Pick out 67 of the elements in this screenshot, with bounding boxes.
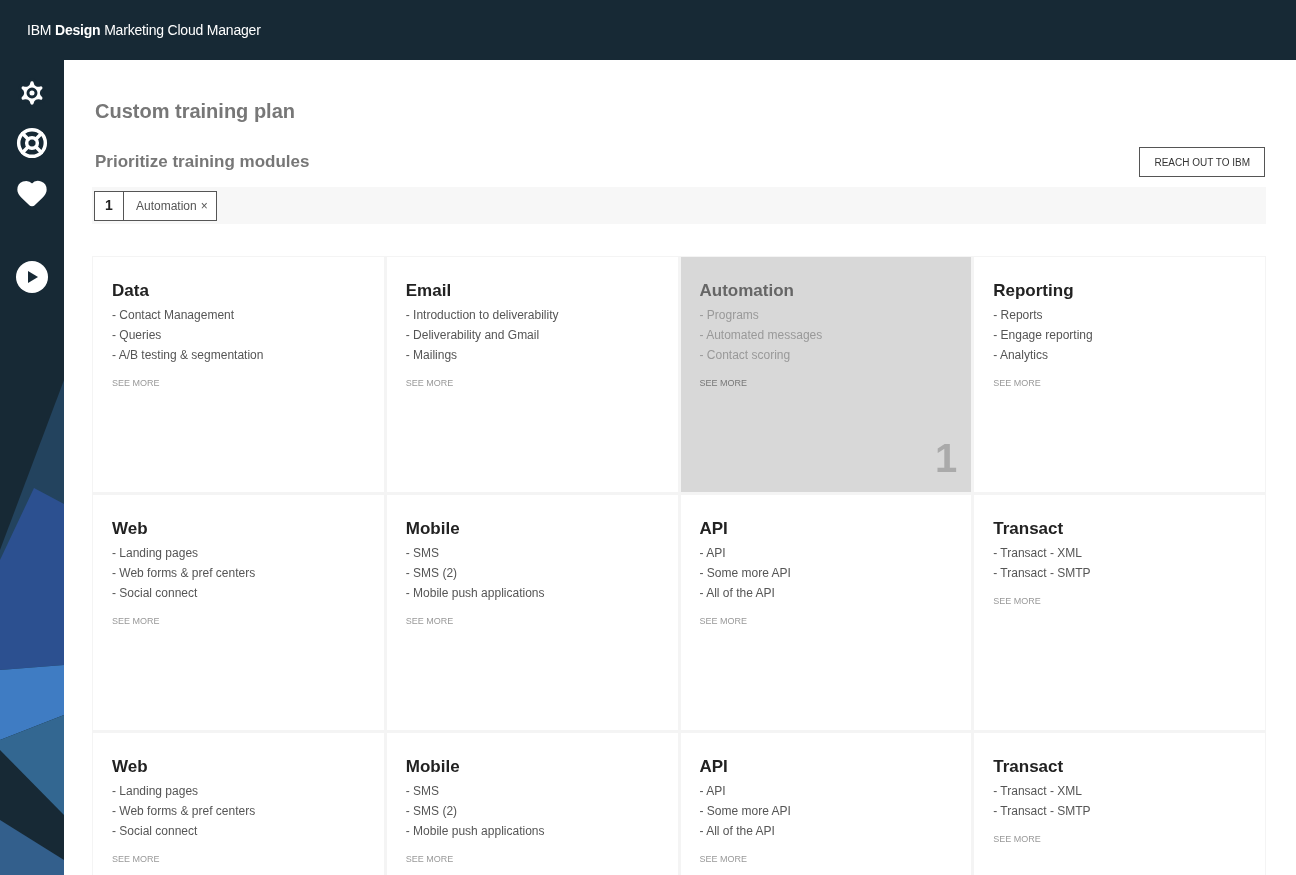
module-title: Data (112, 280, 150, 302)
remove-chip-button[interactable]: × (196, 191, 216, 220)
module-topic: - Some more API (699, 564, 792, 581)
module-topic: - Engage reporting (993, 326, 1094, 343)
module-topic: - Queries (112, 326, 163, 343)
module-card[interactable]: Reporting - Reports - Engage reporting - Analytics SEE MORE (974, 257, 1265, 492)
module-topic: - Social connect (112, 584, 199, 601)
module-title: Reporting (993, 280, 1075, 302)
module-card[interactable]: Mobile - SMS - SMS (2) - Mobile push applications SEE MORE (386, 733, 678, 875)
module-topic: - Introduction to deliverability (405, 306, 560, 323)
module-topic: - Reports (993, 306, 1044, 323)
module-topic: - API (699, 782, 727, 799)
module-title: Mobile (405, 756, 461, 778)
module-topic: - All of the API (699, 822, 776, 839)
module-topic: - Transact - SMTP (993, 802, 1092, 819)
module-topic: - Programs (699, 306, 760, 323)
priority-label: Automation (135, 197, 197, 215)
section-title: Prioritize training modules (95, 151, 310, 174)
module-card[interactable]: Web - Landing pages - Web forms & pref centers - Social connect SEE MORE (93, 733, 384, 875)
module-topic: - A/B testing & segmentation (112, 346, 265, 363)
module-title: Transact (993, 518, 1065, 540)
priority-rank: 1 (95, 191, 124, 220)
module-card[interactable]: Mobile - SMS - SMS (2) - Mobile push applications SEE MORE (386, 495, 678, 730)
module-topic: - API (699, 544, 727, 561)
module-topic: - Web forms & pref centers (112, 802, 257, 819)
module-card[interactable]: Data - Contact Management - Queries - A/B testing & segmentation SEE MORE (93, 257, 384, 492)
module-title: Mobile (405, 518, 461, 540)
module-card[interactable]: Transact - Transact - XML - Transact - SMTP SEE MORE (974, 495, 1265, 730)
module-topic: - Analytics (993, 346, 1049, 363)
lifebuoy-icon[interactable] (16, 127, 48, 159)
module-topic: - Landing pages (112, 782, 200, 799)
module-topic: - All of the API (699, 584, 776, 601)
module-topic: - Transact - XML (993, 544, 1083, 561)
module-topic: - Deliverability and Gmail (405, 326, 541, 343)
module-title: Web (112, 756, 149, 778)
module-topic: - SMS (2) (405, 802, 459, 819)
reach-out-button[interactable]: REACH OUT TO IBM (1139, 147, 1265, 177)
module-topic: - SMS (405, 544, 441, 561)
module-topic: - Social connect (112, 822, 199, 839)
app-title: IBM Design Marketing Cloud Manager (27, 20, 261, 40)
module-topic: - Mobile push applications (405, 822, 546, 839)
module-title: API (699, 756, 729, 778)
module-card[interactable]: Transact - Transact - XML - Transact - SMTP SEE MORE (974, 733, 1265, 875)
module-topic: - Transact - XML (993, 782, 1083, 799)
module-topic: - Contact scoring (699, 346, 792, 363)
module-topic: - Transact - SMTP (993, 564, 1092, 581)
module-topic: - Mobile push applications (405, 584, 546, 601)
module-title: Web (112, 518, 149, 540)
priority-chip[interactable]: 1 Automation × (94, 190, 217, 221)
module-card[interactable]: Web - Landing pages - Web forms & pref centers - Social connect SEE MORE (93, 495, 384, 730)
page-title: Custom training plan (95, 99, 296, 124)
module-card[interactable]: API - API - Some more API - All of the API SEE MORE (680, 733, 972, 875)
module-card[interactable]: API - API - Some more API - All of the API SEE MORE (680, 495, 972, 730)
module-title: Automation (699, 280, 795, 302)
module-topic: - Some more API (699, 802, 792, 819)
module-topic: - Web forms & pref centers (112, 564, 257, 581)
module-topic: - SMS (405, 782, 441, 799)
module-topic: - Landing pages (112, 544, 200, 561)
module-card[interactable]: Email - Introduction to deliverability - Deliverability and Gmail - Mailings SEE MORE (386, 257, 678, 492)
module-topic: - Contact Management (112, 306, 236, 323)
module-topic: - Automated messages (699, 326, 824, 343)
module-title: API (699, 518, 729, 540)
play-icon[interactable] (16, 261, 48, 293)
module-title: Transact (993, 756, 1065, 778)
module-title: Email (405, 280, 453, 302)
module-topic: - Mailings (405, 346, 459, 363)
module-topic: - SMS (2) (405, 564, 459, 581)
